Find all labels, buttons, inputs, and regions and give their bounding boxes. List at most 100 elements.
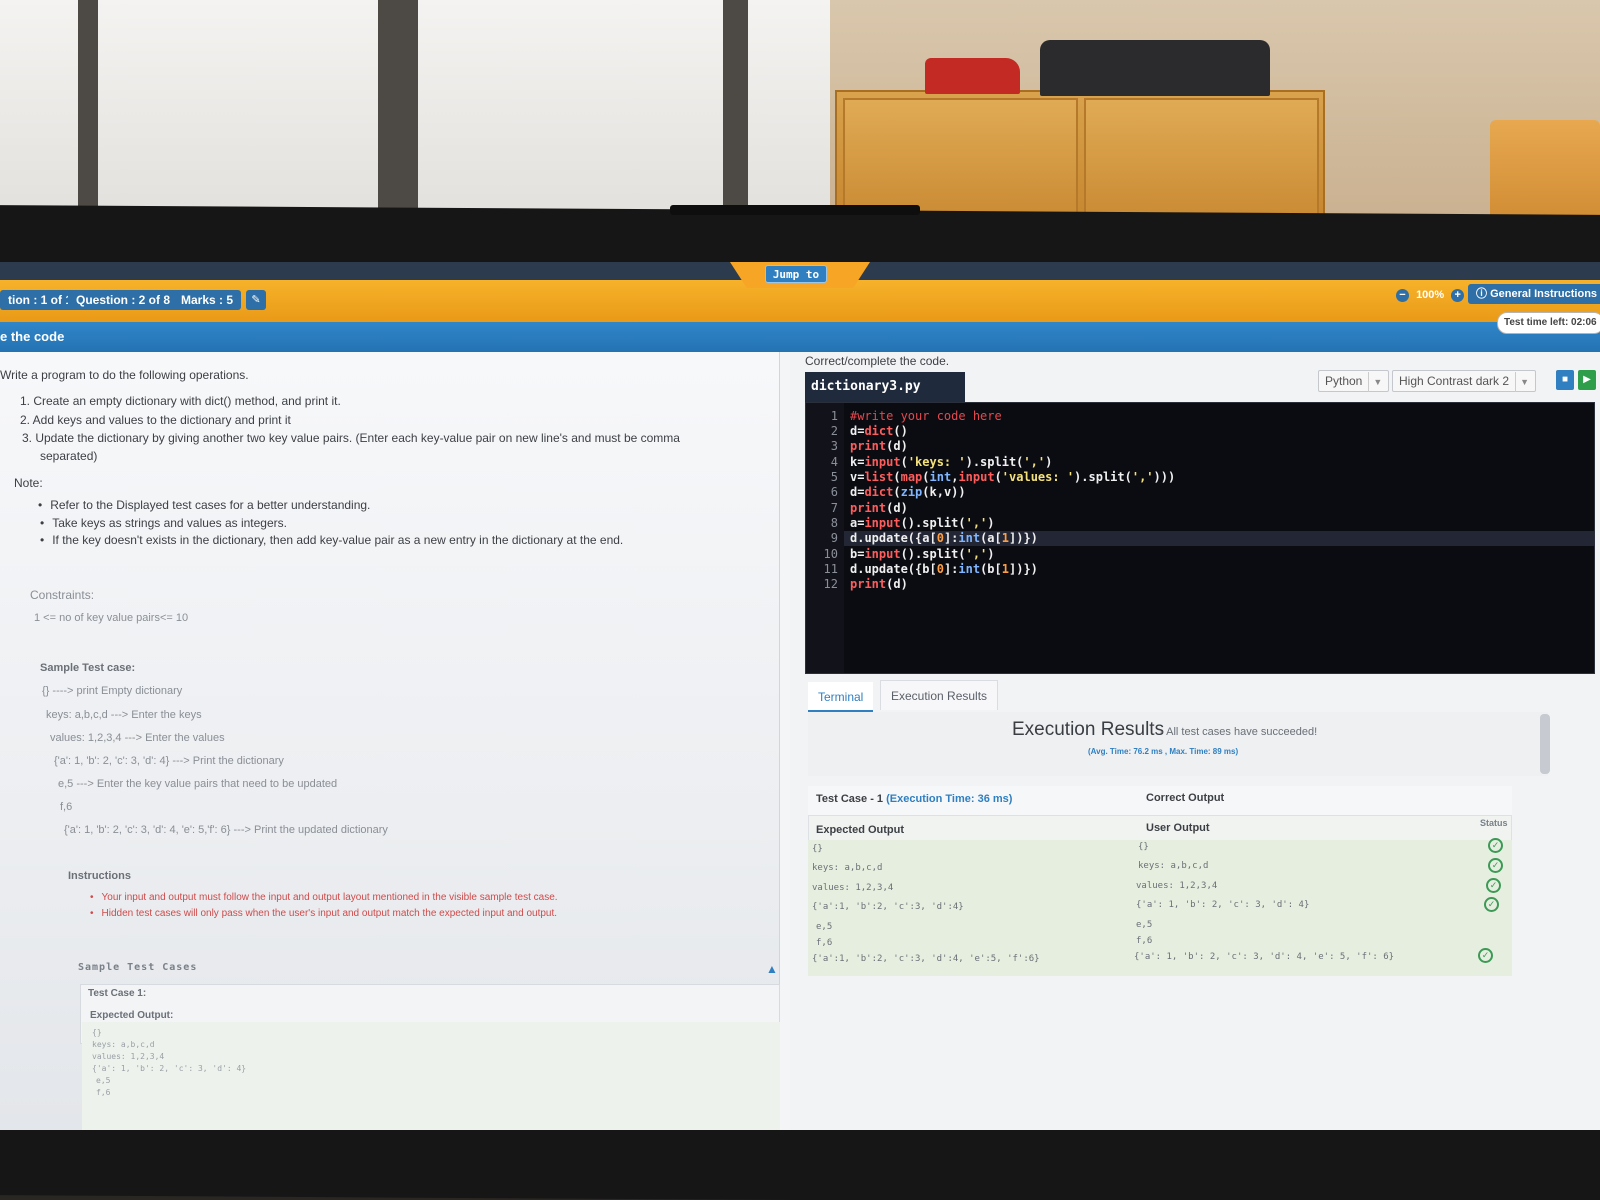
expected-line: f,6 [816,938,833,948]
code-line: d=dict(zip(k,v)) [850,485,966,499]
test-case-title: Test Case - 1 [816,793,884,805]
zoom-out-icon[interactable]: − [1396,288,1409,302]
sample-line: f,6 [60,801,73,813]
chevron-down-icon: ▼ [1515,372,1529,392]
expected-line: e,5 [816,922,833,932]
problem-step: separated) [40,449,98,463]
instruction-item: Your input and output must follow the in… [90,892,558,903]
editor-instruction: Correct/complete the code. [805,354,950,368]
code-editor[interactable]: 1 2 3 4 5 6 7 8 9 10 11 12 #write your c… [805,402,1595,674]
sample-expected-line: {'a': 1, 'b': 2, 'c': 3, 'd': 4} [92,1064,247,1073]
jump-to-button[interactable]: Jump to [765,265,827,283]
correct-output-label: Correct Output [1146,792,1225,804]
sample-expected-output-label: Expected Output: [90,1010,174,1021]
code-line: b=input().split(',') [850,547,995,561]
user-line: e,5 [1136,920,1153,930]
user-line: keys: a,b,c,d [1138,861,1209,871]
zoom-control: − 100% + [1396,286,1465,304]
theme-select[interactable]: High Contrast dark 2 ▼ [1392,370,1536,392]
chevron-down-icon: ▼ [1368,372,1382,392]
sample-line: {'a': 1, 'b': 2, 'c': 3, 'd': 4} ---> Pr… [54,755,284,767]
user-line: values: 1,2,3,4 [1136,881,1218,891]
question-indicator[interactable]: Question : 2 of 8 [68,290,179,310]
instruction-item: Hidden test cases will only pass when th… [90,908,558,919]
expected-line: {'a':1, 'b':2, 'c':3, 'd':4, 'e':5, 'f':… [812,954,1040,964]
sample-line: {} ----> print Empty dictionary [42,685,183,697]
user-output-label: User Output [1146,822,1210,834]
save-icon[interactable]: ■ [1556,370,1574,390]
check-circle-icon: ✓ [1488,838,1503,853]
line-number: 5 [830,470,838,484]
laptop-screen: Jump to tion : 1 of 1 Question : 2 of 8 … [0,262,1600,1130]
note-label: Note: [14,476,43,490]
code-line: d.update({b[0]:int(b[1])}) [850,562,1038,576]
cabinet-door [1084,98,1319,224]
line-number: 9 [830,531,838,545]
red-object [925,58,1020,94]
window-frame [78,0,98,225]
results-timing: (Avg. Time: 76.2 ms , Max. Time: 89 ms) [1088,747,1239,756]
window-pane [0,0,85,225]
tab-terminal[interactable]: Terminal [808,682,874,712]
test-case-exec-time: (Execution Time: 36 ms) [886,793,1013,805]
test-case-label: Test Case - 1 (Execution Time: 36 ms) [816,793,1012,805]
question-title: e the code [0,329,65,344]
code-line: d=dict() [850,424,908,438]
sample-expected-line: values: 1,2,3,4 [92,1052,165,1061]
webcam-notch [670,205,920,215]
note-item: If the key doesn't exists in the diction… [40,533,623,547]
window-pane [418,0,723,225]
chevron-up-icon[interactable]: ▲ [766,962,778,976]
user-line: {'a': 1, 'b': 2, 'c': 3, 'd': 4, 'e': 5,… [1134,952,1395,962]
note-item: Refer to the Displayed test cases for a … [38,498,370,512]
results-scrollbar[interactable] [1540,714,1550,774]
results-title: Execution Results [1012,719,1165,740]
black-case [1040,40,1270,96]
language-select[interactable]: Python ▼ [1318,370,1390,392]
code-line: print(d) [850,501,908,515]
test-timer: Test time left: 02:06 [1497,312,1600,334]
constraints-text: 1 <= no of key value pairs<= 10 [34,612,189,624]
general-instructions-button[interactable]: ⓘ General Instructions [1468,284,1600,304]
sample-line: values: 1,2,3,4 ---> Enter the values [50,732,225,744]
user-line: f,6 [1136,936,1153,946]
window-frame [378,0,418,225]
line-number: 11 [823,562,838,576]
code-line: print(d) [850,439,908,453]
sample-expected-output [82,1022,780,1130]
code-line: d.update({a[0]:int(a[1])}) [850,531,1038,545]
code-line: v=list(map(int,input('values: ').split('… [850,470,1176,484]
sample-test-case-label: Test Case 1: [88,988,147,999]
window-frame [723,0,748,225]
expected-output-label: Expected Output [816,824,905,836]
problem-step: 1. Create an empty dictionary with dict(… [20,394,341,408]
check-circle-icon: ✓ [1478,948,1493,963]
note-item: Take keys as strings and values as integ… [40,516,287,530]
check-circle-icon: ✓ [1488,858,1503,873]
constraints-label: Constraints: [30,588,95,602]
user-line: {'a': 1, 'b': 2, 'c': 3, 'd': 4} [1136,900,1310,910]
theme-value: High Contrast dark 2 [1399,374,1510,388]
code-line: a=input().split(',') [850,516,995,530]
instructions-label: Instructions [68,870,131,882]
chat-icon[interactable]: ✎ [246,290,266,310]
sample-line: keys: a,b,c,d ---> Enter the keys [46,709,202,721]
sample-expected-line: {} [92,1028,102,1037]
zoom-in-icon[interactable]: + [1451,288,1465,302]
problem-step: 2. Add keys and values to the dictionary… [20,413,291,427]
sample-test-cases-header[interactable]: Sample Test Cases [78,962,778,984]
play-icon[interactable]: ▶ [1578,370,1596,390]
file-tab[interactable]: dictionary3.py [805,372,965,402]
language-value: Python [1325,374,1363,388]
sample-expected-line: e,5 [96,1076,111,1085]
line-number: 4 [830,455,838,469]
check-circle-icon: ✓ [1486,878,1501,893]
sample-expected-line: f,6 [96,1088,111,1097]
line-number: 10 [823,547,838,561]
code-line: k=input('keys: ').split(',') [850,455,1053,469]
tab-execution-results[interactable]: Execution Results [880,680,999,710]
line-number: 6 [830,485,838,499]
sample-line: e,5 ---> Enter the key value pairs that … [58,778,338,790]
problem-intro: Write a program to do the following oper… [0,368,249,382]
user-line: {} [1138,842,1149,852]
